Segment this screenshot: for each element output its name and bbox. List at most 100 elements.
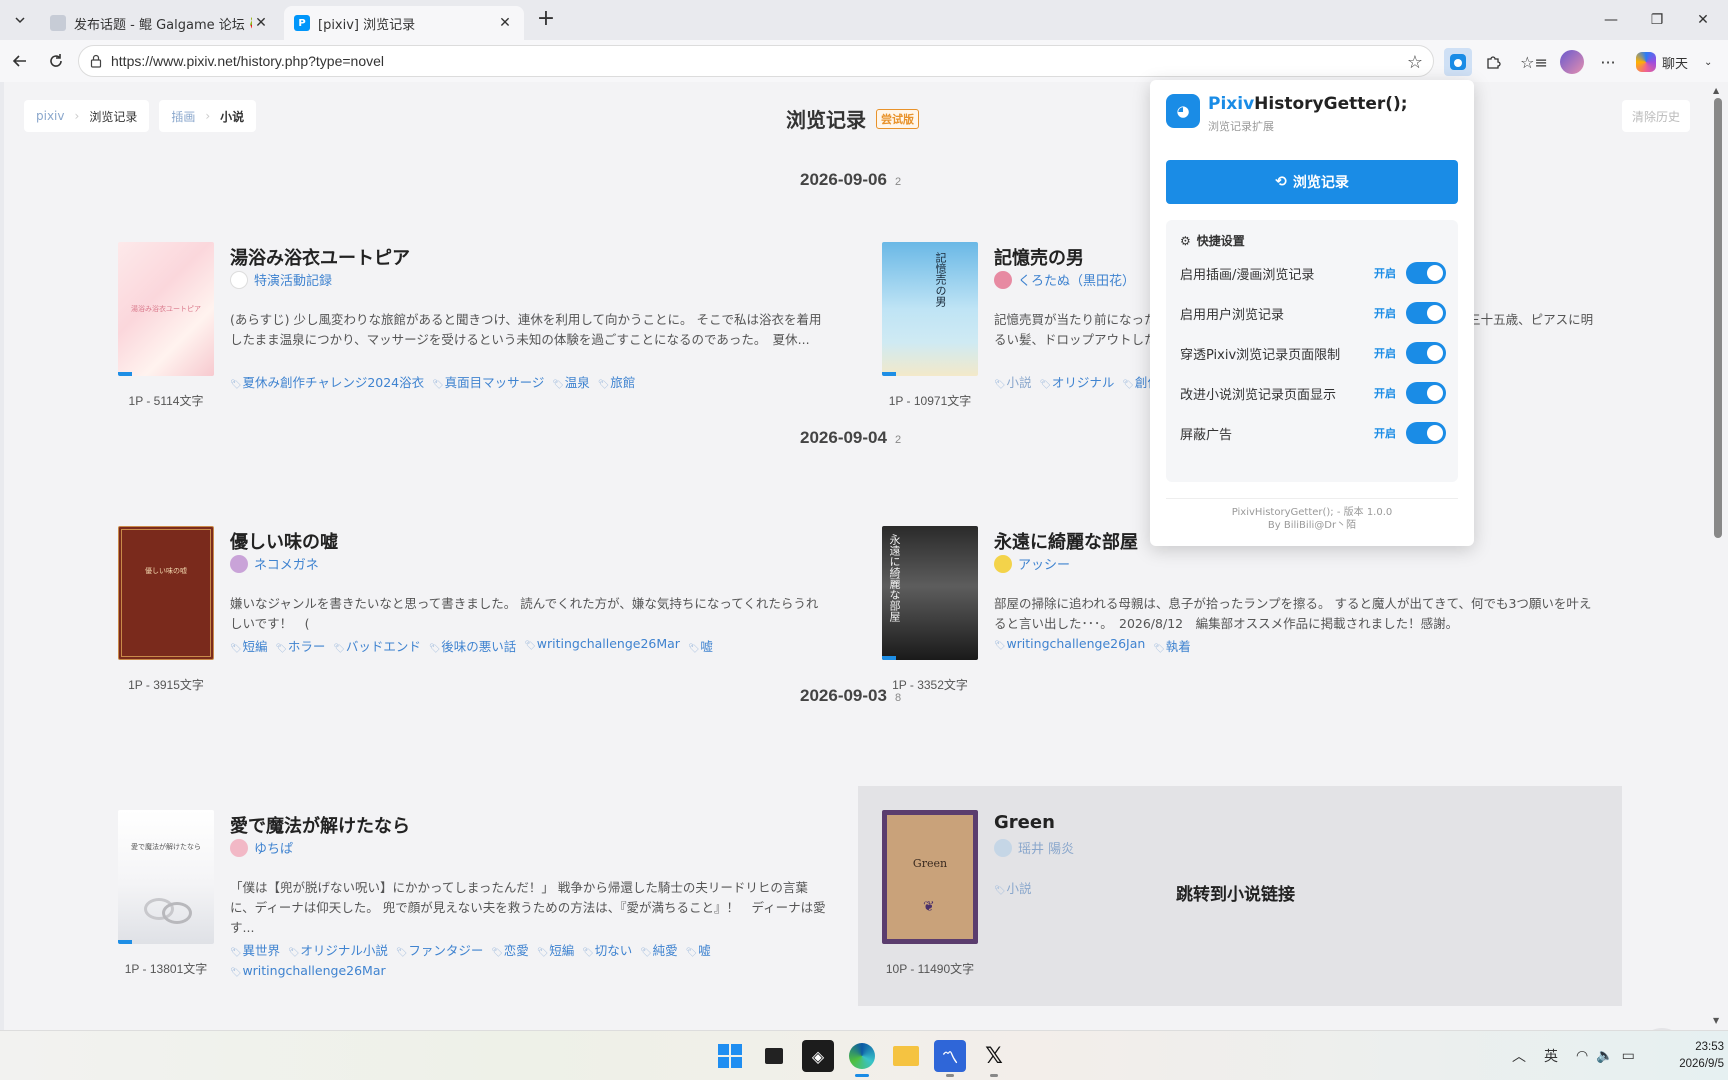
scroll-up-icon[interactable]: ▲ (1713, 86, 1719, 95)
profile-button[interactable] (1558, 48, 1586, 76)
novel-cover[interactable]: 湯浴み浴衣ユートピア (118, 242, 214, 376)
setting-state: 开启 (1374, 267, 1396, 280)
scrollbar-thumb[interactable] (1714, 98, 1722, 538)
novel-cover[interactable]: 記憶売の男 (882, 242, 978, 376)
quick-settings-tray[interactable]: ◠ 🔈 ▭ (1576, 1031, 1635, 1080)
task-view-button[interactable] (758, 1040, 790, 1072)
close-tab-icon[interactable]: ✕ (496, 14, 514, 32)
tag-link[interactable]: 嘘 (686, 940, 711, 959)
novel-author[interactable]: くろたぬ（黒田花） (994, 270, 1135, 289)
setting-toggle[interactable] (1406, 422, 1446, 444)
tag-link[interactable]: 小説 (994, 372, 1031, 391)
taskbar-app-chart[interactable]: 〽 (934, 1040, 966, 1077)
tag-link[interactable]: オリジナル小説 (288, 940, 388, 959)
taskbar-app-x[interactable]: 𝕏 (978, 1040, 1010, 1077)
favorites-button[interactable]: ☆≡ (1520, 48, 1548, 76)
tag-link[interactable]: 短編 (230, 636, 267, 655)
setting-toggle[interactable] (1406, 382, 1446, 404)
tab-galgame-forum[interactable]: 发布话题 - 鲲 Galgame 论坛 🍓 开 ✕ (40, 6, 280, 40)
scroll-down-icon[interactable]: ▼ (1713, 1016, 1719, 1025)
tag-link[interactable]: バッドエンド (333, 636, 421, 655)
copilot-chat-button[interactable]: 聊天 ⌄ (1636, 48, 1712, 76)
novel-author[interactable]: アッシー (994, 554, 1070, 573)
tag-link[interactable]: 執着 (1153, 636, 1191, 655)
novel-cover[interactable]: 永遠に綺麗な部屋 (882, 526, 978, 660)
novel-card-hovered[interactable]: Green ❦ 10P - 11490文字 Green 瑶井 陽炎 小説 跳转到… (858, 786, 1622, 1006)
setting-label: 改进小说浏览记录页面显示 (1180, 387, 1337, 403)
input-method-indicator[interactable]: 英 (1544, 1031, 1558, 1080)
tag-link[interactable]: 真面目マッサージ (432, 372, 545, 391)
minimize-button[interactable]: — (1588, 0, 1634, 40)
tag-link[interactable]: ホラー (275, 636, 326, 655)
volume-icon: 🔈 (1596, 1048, 1614, 1064)
tag-link[interactable]: 夏休み創作チャレンジ2024浴衣 (230, 372, 424, 391)
novel-title[interactable]: 記憶売の男 (994, 244, 1084, 270)
chevron-down-icon: ⌄ (1704, 56, 1713, 68)
tag-link[interactable]: writingchallenge26Mar (524, 636, 680, 655)
start-button[interactable] (714, 1040, 746, 1072)
view-history-button[interactable]: ⟲ 浏览记录 (1166, 160, 1458, 204)
novel-title[interactable]: 永遠に綺麗な部屋 (994, 528, 1138, 554)
setting-toggle[interactable] (1406, 342, 1446, 364)
tag-link[interactable]: 切ない (582, 940, 633, 959)
setting-toggle[interactable] (1406, 302, 1446, 324)
tab-illust[interactable]: 插画 (171, 108, 195, 125)
tag-link[interactable]: ファンタジー (396, 940, 483, 959)
novel-title[interactable]: 優しい味の嘘 (230, 528, 338, 554)
breadcrumb-pixiv-link[interactable]: pixiv (36, 109, 65, 123)
taskbar-app-file-explorer[interactable] (890, 1040, 922, 1072)
close-window-button[interactable]: ✕ (1680, 0, 1726, 40)
restore-button[interactable]: ❐ (1634, 0, 1680, 40)
refresh-button[interactable] (44, 49, 68, 73)
novel-card[interactable]: 湯浴み浴衣ユートピア 1P - 5114文字 湯浴み浴衣ユートピア 特演活動記録… (118, 242, 838, 442)
pixiv-history-extension-button[interactable] (1444, 48, 1472, 76)
tag-link[interactable]: 恋愛 (491, 940, 529, 959)
novel-title[interactable]: 湯浴み浴衣ユートピア (230, 244, 410, 270)
tag-link[interactable]: 小説 (994, 878, 1031, 897)
novel-cover[interactable]: 優しい味の嘘 (118, 526, 214, 660)
tag-link[interactable]: 短編 (537, 940, 574, 959)
favorite-star-icon[interactable]: ☆ (1407, 52, 1423, 73)
novel-description: 部屋の掃除に追われる母親は、息子が拾ったランプを擦る。 すると魔人が出てきて、何… (994, 596, 1592, 631)
tab-novel[interactable]: 小说 (220, 108, 244, 125)
page-scrollbar[interactable]: ▲ ▼ (1708, 82, 1728, 1030)
taskbar-app-edge[interactable] (846, 1040, 878, 1077)
settings-more-button[interactable]: ··· (1594, 48, 1622, 76)
url-input[interactable]: https://www.pixiv.net/history.php?type=n… (78, 45, 1434, 77)
tag-link[interactable]: 後味の悪い話 (429, 636, 516, 655)
tag-link[interactable]: 温泉 (552, 372, 590, 391)
tab-pixiv-history[interactable]: P [pixiv] 浏览记录 ✕ (284, 6, 524, 40)
novel-author[interactable]: ネコメガネ (230, 554, 319, 573)
close-tab-icon[interactable]: ✕ (252, 14, 270, 32)
tag-link[interactable]: 嘘 (688, 636, 713, 655)
setting-toggle[interactable] (1406, 262, 1446, 284)
extension-name-prefix: Pixiv (1208, 94, 1255, 114)
novel-title[interactable]: 愛で魔法が解けたなら (230, 812, 410, 838)
clear-history-button[interactable]: 清除历史 (1622, 100, 1691, 132)
tag-link[interactable]: 異世界 (230, 940, 280, 959)
show-hidden-icons-button[interactable]: ︿ (1512, 1031, 1526, 1080)
back-button[interactable] (8, 49, 32, 73)
novel-card[interactable]: 永遠に綺麗な部屋 1P - 3352文字 永遠に綺麗な部屋 アッシー 部屋の掃除… (882, 526, 1602, 726)
tag-link[interactable]: オリジナル (1039, 372, 1115, 391)
novel-title[interactable]: Green (994, 812, 1055, 833)
tag-link[interactable]: 純愛 (640, 940, 678, 959)
tag-link[interactable]: writingchallenge26Mar (230, 963, 385, 978)
jump-to-novel-link[interactable]: 跳转到小说链接 (1176, 880, 1295, 905)
novel-cover[interactable]: Green ❦ (882, 810, 978, 944)
extensions-button[interactable] (1480, 48, 1508, 76)
novel-card[interactable]: 愛で魔法が解けたなら 1P - 13801文字 愛で魔法が解けたなら ゆちぱ 「… (118, 810, 838, 1010)
tag-link[interactable]: writingchallenge26Jan (994, 636, 1145, 655)
tab-actions-menu-button[interactable] (8, 8, 32, 32)
new-tab-button[interactable]: + (534, 8, 558, 32)
novel-author[interactable]: 特演活動記録 (230, 270, 332, 289)
novel-card[interactable]: 優しい味の嘘 1P - 3915文字 優しい味の嘘 ネコメガネ 嫌いなジャンルを… (118, 526, 838, 726)
novel-author[interactable]: 瑶井 陽炎 (994, 838, 1074, 857)
view-history-label: 浏览记录 (1292, 175, 1349, 191)
taskbar-app-unity[interactable]: ◈ (802, 1040, 834, 1072)
novel-cover[interactable]: 愛で魔法が解けたなら (118, 810, 214, 944)
tag-link[interactable]: 旅館 (598, 372, 635, 391)
address-toolbar: https://www.pixiv.net/history.php?type=n… (0, 40, 1728, 82)
novel-author[interactable]: ゆちぱ (230, 838, 293, 857)
taskbar-clock[interactable]: 23:53 2026/9/5 (1654, 1039, 1724, 1073)
